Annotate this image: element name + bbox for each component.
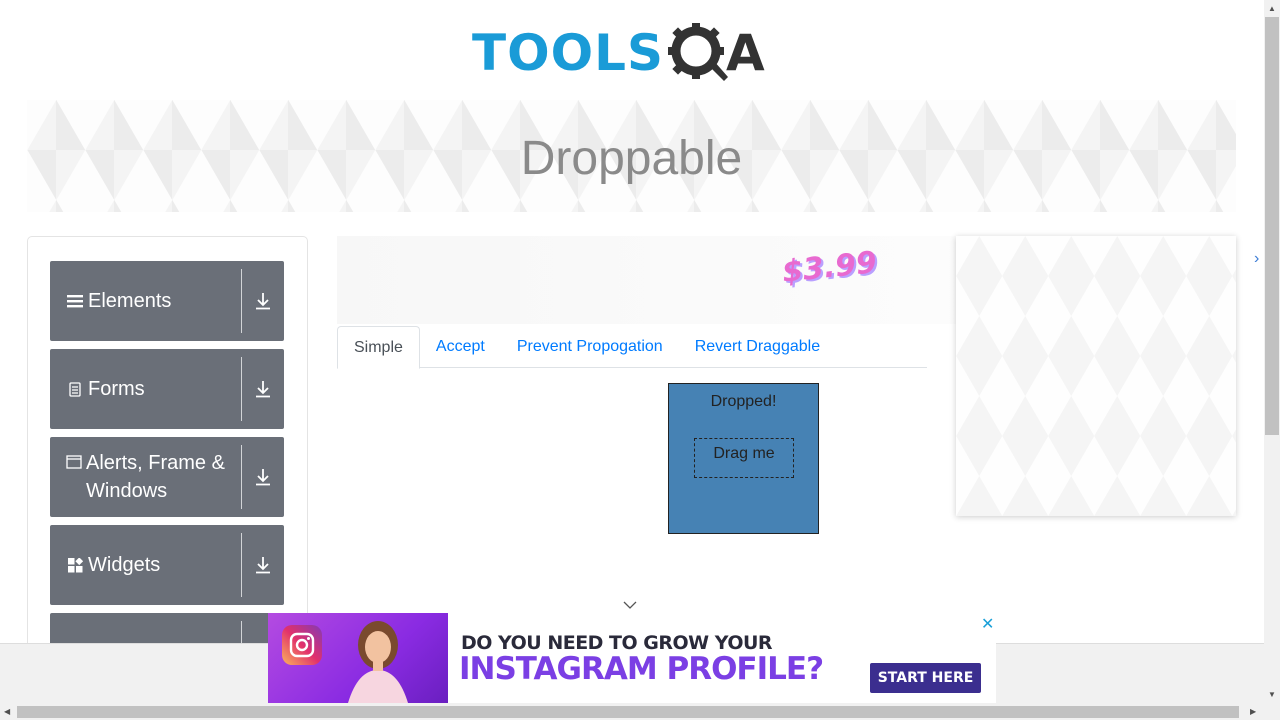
logo-suffix: A (726, 24, 765, 82)
ad-image (268, 613, 448, 703)
hamburger-icon (66, 294, 84, 308)
start-here-button[interactable]: START HERE (870, 663, 981, 693)
chevron-right-icon[interactable]: › (1254, 250, 1259, 268)
window-icon (66, 455, 82, 469)
instagram-icon (282, 625, 322, 665)
page-title: Droppable (520, 131, 743, 185)
document-icon (66, 381, 84, 397)
download-icon[interactable] (242, 349, 284, 429)
droppable-status-text: Dropped! (710, 393, 777, 410)
scroll-down-icon[interactable]: ▼ (1268, 690, 1276, 699)
tab-revert-draggable[interactable]: Revert Draggable (679, 326, 836, 368)
sidebar-group-alerts[interactable]: Alerts, Frame & Windows (50, 437, 284, 517)
instagram-advertisement[interactable]: DO YOU NEED TO GROW YOUR INSTAGRAM PROFI… (268, 613, 996, 703)
divider (241, 533, 242, 597)
logo-text: TOOLS (472, 24, 664, 82)
download-icon[interactable] (242, 437, 284, 517)
sidebar-group-elements[interactable]: Elements (50, 261, 284, 341)
sidebar-group-label: Widgets (88, 554, 161, 576)
divider (241, 357, 242, 421)
sidebar-group-label: Alerts, Frame & Windows (86, 452, 225, 502)
download-icon[interactable] (242, 261, 284, 341)
page-header-banner: Droppable (27, 100, 1236, 212)
scroll-left-icon[interactable]: ◀ (4, 707, 10, 716)
download-icon[interactable] (242, 525, 284, 605)
close-icon[interactable]: ✕ (981, 614, 994, 634)
divider (241, 445, 242, 509)
sidebar-group-widgets[interactable]: Widgets (50, 525, 284, 605)
horizontal-scrollbar-thumb[interactable] (17, 706, 1239, 718)
ad-price: $3.99 (780, 245, 879, 290)
ad-subheadline: INSTAGRAM PROFILE? (459, 651, 824, 687)
person-image (348, 621, 408, 703)
advertisement-side[interactable] (956, 236, 1236, 516)
sidebar-group-label: Elements (88, 290, 172, 312)
toolsqa-logo[interactable]: TOOLS A (472, 14, 796, 92)
tab-accept[interactable]: Accept (420, 326, 501, 368)
sidebar-group-label: Forms (88, 378, 145, 400)
draggable-box[interactable]: Drag me (694, 438, 794, 478)
sidebar-group-forms[interactable]: Forms (50, 349, 284, 429)
widgets-icon (66, 557, 84, 573)
advertisement-banner[interactable]: $3.99 (337, 236, 957, 324)
vertical-scrollbar-thumb[interactable] (1265, 17, 1279, 435)
scroll-right-icon[interactable]: ▶ (1250, 707, 1256, 716)
tab-simple[interactable]: Simple (337, 326, 420, 369)
chevron-down-icon (623, 601, 637, 609)
scroll-up-icon[interactable]: ▲ (1268, 4, 1276, 13)
divider (241, 269, 242, 333)
sidebar: Elements Forms Alerts, Frame & Windows W… (27, 236, 308, 656)
gear-magnifier-icon (668, 23, 728, 81)
tab-prevent-propogation[interactable]: Prevent Propogation (501, 326, 679, 368)
droppable-tabs: Simple Accept Prevent Propogation Revert… (337, 326, 927, 369)
